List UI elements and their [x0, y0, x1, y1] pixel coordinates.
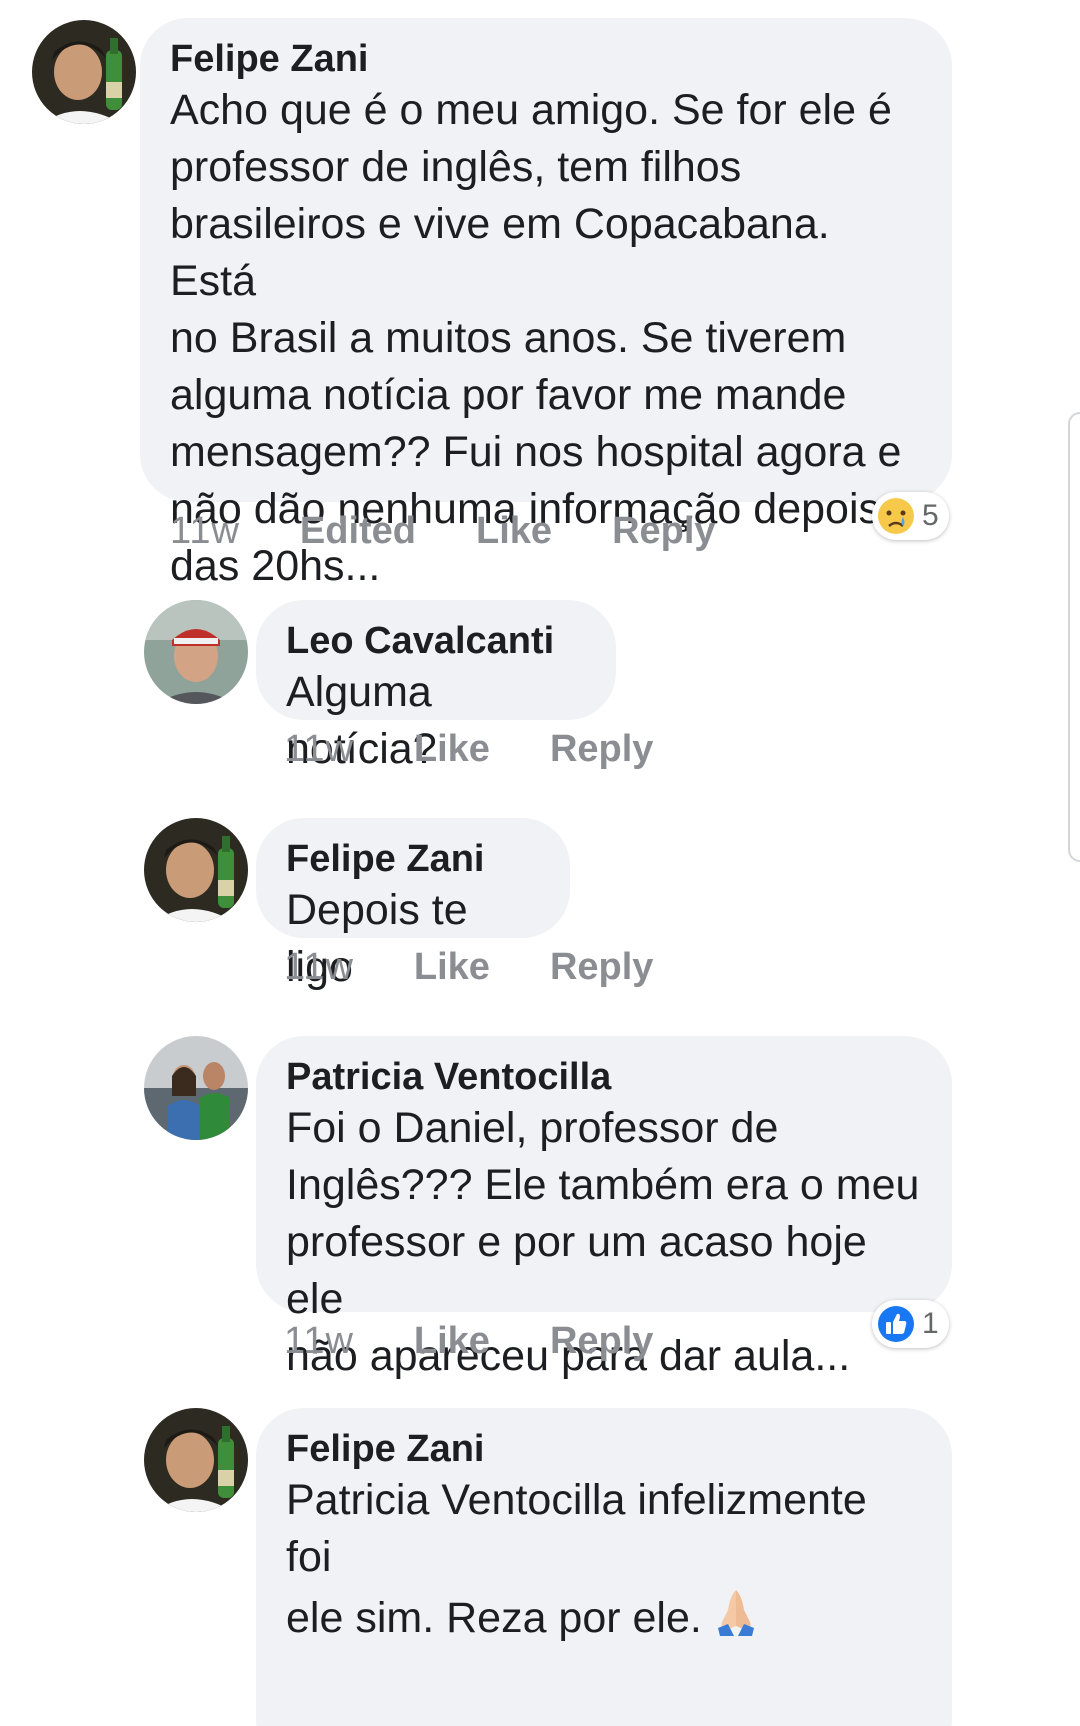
- like-button[interactable]: Like: [414, 728, 490, 771]
- avatar-felipe-zani[interactable]: [32, 20, 136, 124]
- reply-button[interactable]: Reply: [612, 510, 715, 553]
- reply-bubble: Patricia Ventocilla Foi o Daniel, profes…: [256, 1036, 952, 1380]
- scrollbar[interactable]: [1068, 412, 1080, 862]
- comment-author[interactable]: Patricia Ventocilla: [286, 1054, 922, 1100]
- reply-bubble: Felipe Zani Patricia Ventocilla infelizm…: [256, 1408, 952, 1726]
- sad-face-icon: [876, 496, 916, 536]
- comment-author[interactable]: Leo Cavalcanti: [286, 618, 586, 664]
- comment-timestamp[interactable]: 11w: [284, 728, 354, 771]
- comment-bubble: Felipe Zani Acho que é o meu amigo. Se f…: [140, 18, 952, 590]
- comment-text: Patricia Ventocilla infelizmente foi ele…: [286, 1472, 922, 1647]
- like-button[interactable]: Like: [414, 1320, 490, 1363]
- avatar-leo-cavalcanti[interactable]: [144, 600, 248, 704]
- praying-hands-icon: [710, 1586, 762, 1638]
- like-button[interactable]: Like: [414, 946, 490, 989]
- reaction-count-badge[interactable]: 1: [872, 1300, 949, 1348]
- comment-actions: 11w Like Reply: [284, 944, 653, 990]
- thumbs-up-icon: [876, 1304, 916, 1344]
- comment-text-content: Patricia Ventocilla infelizmente foi ele…: [286, 1476, 867, 1642]
- like-button[interactable]: Like: [476, 510, 552, 553]
- comment-timestamp[interactable]: 11w: [284, 946, 354, 989]
- comment-thread: Felipe Zani Acho que é o meu amigo. Se f…: [0, 0, 1080, 1726]
- reaction-count: 5: [922, 499, 939, 532]
- avatar-felipe-zani[interactable]: [144, 1408, 248, 1512]
- reply-bubble: Felipe Zani Depois te ligo: [256, 818, 570, 991]
- comment-timestamp[interactable]: 11w: [170, 510, 240, 553]
- edited-label[interactable]: Edited: [300, 510, 416, 553]
- comment-actions: 11w Like Reply: [284, 1318, 653, 1364]
- comment-timestamp[interactable]: 11w: [284, 1320, 354, 1363]
- reply-button[interactable]: Reply: [550, 1320, 653, 1363]
- avatar-felipe-zani[interactable]: [144, 818, 248, 922]
- reply-button[interactable]: Reply: [550, 946, 653, 989]
- avatar-patricia-ventocilla[interactable]: [144, 1036, 248, 1140]
- comment-actions: 11w Like Reply: [284, 726, 653, 772]
- comment-author[interactable]: Felipe Zani: [286, 836, 540, 882]
- reaction-count: 1: [922, 1307, 939, 1340]
- comment-actions: 11w Edited Like Reply: [170, 508, 716, 554]
- reply-button[interactable]: Reply: [550, 728, 653, 771]
- reply-bubble: Leo Cavalcanti Alguma notícia?: [256, 600, 616, 773]
- reaction-count-badge[interactable]: 5: [872, 492, 949, 540]
- comment-author[interactable]: Felipe Zani: [286, 1426, 922, 1472]
- comment-author[interactable]: Felipe Zani: [170, 36, 922, 82]
